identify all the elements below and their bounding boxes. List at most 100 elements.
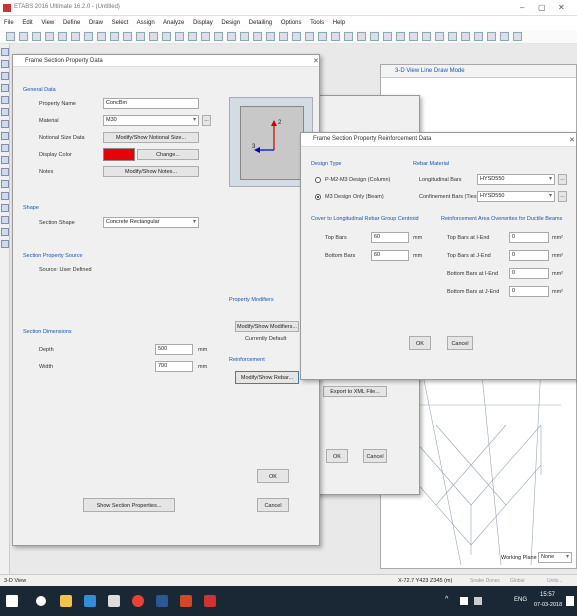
save-icon[interactable] xyxy=(32,32,41,41)
modify-modifiers-button[interactable]: Modify/Show Modifiers... xyxy=(235,321,299,332)
frame-icon[interactable] xyxy=(383,32,392,41)
draw-wall-stack-icon[interactable] xyxy=(1,228,9,236)
longitudinal-bars-select[interactable]: HYSD550 xyxy=(477,174,555,185)
material-more-button[interactable]: ... xyxy=(202,115,211,126)
top-bars-cover-input[interactable]: 60 xyxy=(371,232,409,243)
link-icon[interactable] xyxy=(500,32,509,41)
menu-assign[interactable]: Assign xyxy=(137,20,155,26)
top-i-end-input[interactable]: 0 xyxy=(509,232,549,243)
export-xml-button[interactable]: Export to XML File... xyxy=(323,386,387,397)
perspective-icon[interactable] xyxy=(201,32,210,41)
notional-size-button[interactable]: Modify/Show Notional Size... xyxy=(103,132,199,143)
draw-beam-icon[interactable] xyxy=(1,96,9,104)
notes-button[interactable]: Modify/Show Notes... xyxy=(103,166,199,177)
draw-opening-icon[interactable] xyxy=(1,156,9,164)
draw-joint-icon[interactable] xyxy=(1,72,9,80)
show-section-properties-button[interactable]: Show Section Properties... xyxy=(83,498,175,512)
powerpoint-icon[interactable] xyxy=(180,595,192,607)
menu-design[interactable]: Design xyxy=(221,20,240,26)
confinement-bars-select[interactable]: HYSD550 xyxy=(477,191,555,202)
lock-icon[interactable] xyxy=(71,32,80,41)
draw-frame-icon[interactable] xyxy=(1,84,9,92)
fsd-cancel-button[interactable]: Cancel xyxy=(257,498,289,512)
new-model-icon[interactable] xyxy=(6,32,15,41)
reinforcement-cancel-button[interactable]: Cancel xyxy=(447,336,473,350)
depth-input[interactable]: 500 xyxy=(155,344,193,355)
menu-draw[interactable]: Draw xyxy=(89,20,103,26)
menu-help[interactable]: Help xyxy=(333,20,345,26)
redo-icon[interactable] xyxy=(58,32,67,41)
change-color-button[interactable]: Change... xyxy=(137,149,199,160)
store-icon[interactable] xyxy=(108,595,120,607)
bottom-bars-cover-input[interactable]: 60 xyxy=(371,250,409,261)
draw-wall-icon[interactable] xyxy=(1,144,9,152)
chrome-icon[interactable] xyxy=(132,595,144,607)
close-icon[interactable]: ✕ xyxy=(558,3,565,12)
open-icon[interactable] xyxy=(19,32,28,41)
width-input[interactable]: 700 xyxy=(155,361,193,372)
start-icon[interactable] xyxy=(6,595,18,607)
shell-icon[interactable] xyxy=(396,32,405,41)
draw-link-icon[interactable] xyxy=(1,168,9,176)
draw-dimension-icon[interactable] xyxy=(1,192,9,200)
minimize-icon[interactable]: – xyxy=(520,3,524,12)
property-name-input[interactable]: ConcBm xyxy=(103,98,199,109)
confinement-bars-more-button[interactable]: ... xyxy=(558,191,567,202)
menu-options[interactable]: Options xyxy=(281,20,302,26)
frame-section-close-icon[interactable]: ✕ xyxy=(313,57,319,65)
draw-beam-region-icon[interactable] xyxy=(1,240,9,248)
longitudinal-bars-more-button[interactable]: ... xyxy=(558,174,567,185)
maximize-icon[interactable]: ▢ xyxy=(538,3,546,12)
down-icon[interactable] xyxy=(227,32,236,41)
wall-icon[interactable] xyxy=(435,32,444,41)
slab-icon[interactable] xyxy=(448,32,457,41)
section-cut-icon[interactable] xyxy=(266,32,275,41)
reinforcement-close-icon[interactable]: ✕ xyxy=(569,136,575,144)
top-j-end-input[interactable]: 0 xyxy=(509,250,549,261)
units-icon[interactable] xyxy=(318,32,327,41)
load-icon[interactable] xyxy=(370,32,379,41)
draw-section-cut-icon[interactable] xyxy=(1,216,9,224)
modify-rebar-button[interactable]: Modify/Show Rebar... xyxy=(235,371,299,384)
pan-icon[interactable] xyxy=(136,32,145,41)
run-icon[interactable] xyxy=(84,32,93,41)
notification-icon[interactable] xyxy=(566,596,574,606)
clock-date[interactable]: 07-03-2018 xyxy=(534,602,562,608)
joint-icon[interactable] xyxy=(409,32,418,41)
reinforcement-ok-button[interactable]: OK xyxy=(409,336,431,350)
mid-cancel-button[interactable]: Cancel xyxy=(363,449,387,463)
grid-icon[interactable] xyxy=(331,32,340,41)
bottom-j-end-input[interactable]: 0 xyxy=(509,286,549,297)
language-indicator[interactable]: ENG xyxy=(514,597,527,603)
view-3d-icon[interactable] xyxy=(149,32,158,41)
working-plane-select[interactable]: None xyxy=(538,552,572,563)
zoom-in-icon[interactable] xyxy=(97,32,106,41)
zoom-out-icon[interactable] xyxy=(110,32,119,41)
plan-view-icon[interactable] xyxy=(162,32,171,41)
tendon-icon[interactable] xyxy=(422,32,431,41)
object-shrink-icon[interactable] xyxy=(240,32,249,41)
beam-design-radio[interactable] xyxy=(315,194,321,200)
beam-icon[interactable] xyxy=(461,32,470,41)
menu-detailing[interactable]: Detailing xyxy=(249,20,272,26)
menu-tools[interactable]: Tools xyxy=(310,20,324,26)
menu-display[interactable]: Display xyxy=(193,20,213,26)
rotate-icon[interactable] xyxy=(188,32,197,41)
menu-define[interactable]: Define xyxy=(63,20,80,26)
section-shape-select[interactable]: Concrete Rectangular xyxy=(103,217,199,228)
set-display-icon[interactable] xyxy=(253,32,262,41)
spring-icon[interactable] xyxy=(513,32,522,41)
draw-reference-icon[interactable] xyxy=(1,204,9,212)
draw-column-icon[interactable] xyxy=(1,108,9,116)
menu-analyze[interactable]: Analyze xyxy=(163,20,184,26)
column-icon[interactable] xyxy=(474,32,483,41)
undo-icon[interactable] xyxy=(45,32,54,41)
edge-browser-icon[interactable] xyxy=(84,595,96,607)
pointer-icon[interactable] xyxy=(1,48,9,56)
snap-icon[interactable] xyxy=(344,32,353,41)
column-design-radio[interactable] xyxy=(315,177,321,183)
menu-edit[interactable]: Edit xyxy=(22,20,32,26)
up-icon[interactable] xyxy=(214,32,223,41)
draw-brace-icon[interactable] xyxy=(1,120,9,128)
assign-icon[interactable] xyxy=(357,32,366,41)
